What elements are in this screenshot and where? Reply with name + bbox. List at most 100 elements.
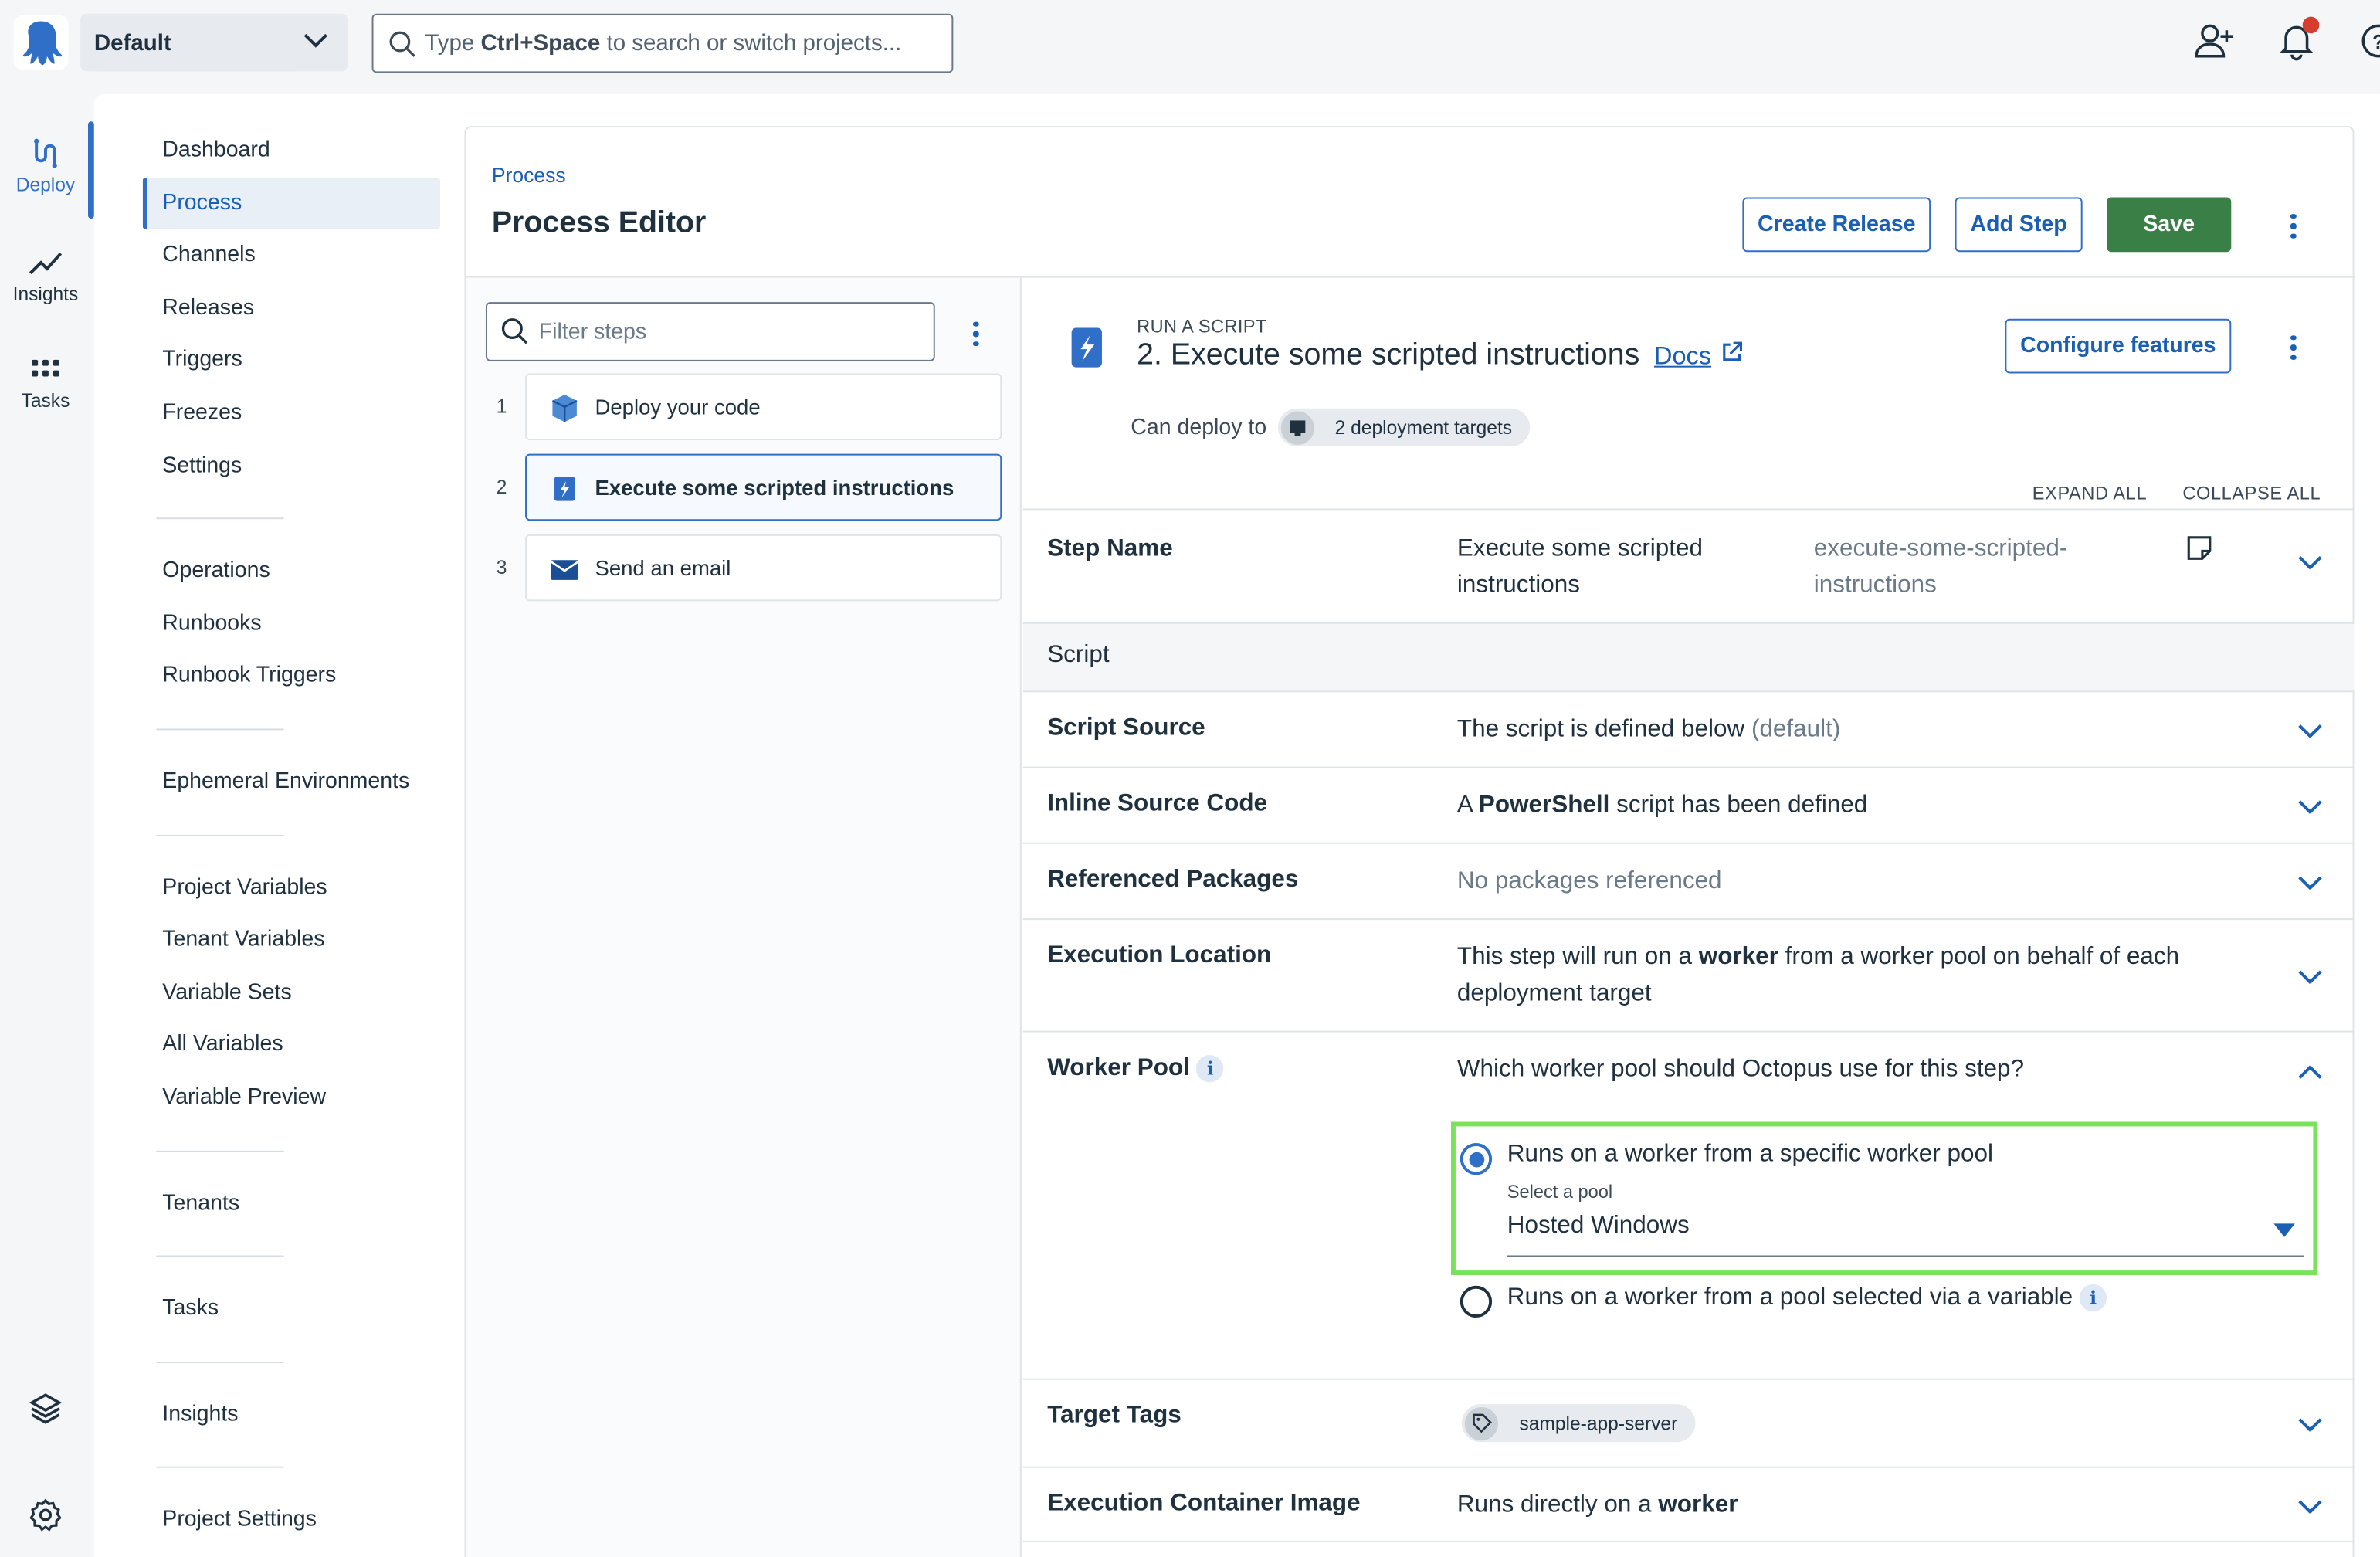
filter-placeholder: Filter steps xyxy=(538,319,647,344)
row-value: The script is defined below (default) xyxy=(1456,716,1841,743)
radio-specific-pool[interactable] xyxy=(1460,1143,1493,1175)
step-number: 1 xyxy=(496,395,507,418)
nav-dashboard[interactable]: Dashboard xyxy=(143,124,440,177)
page-overflow-menu-icon[interactable] xyxy=(2289,214,2298,239)
inline-source-code-row[interactable]: Inline Source Code A PowerShell script h… xyxy=(1022,766,2355,843)
step-title: 2. Execute some scripted instructions Do… xyxy=(1137,338,1744,373)
global-search-input[interactable]: Type Ctrl+Space to search or switch proj… xyxy=(371,13,954,73)
collapse-all-button[interactable]: COLLAPSE ALL xyxy=(2182,483,2321,504)
chevron-down-icon[interactable] xyxy=(2297,1498,2324,1517)
expand-all-button[interactable]: EXPAND ALL xyxy=(2032,483,2147,504)
save-button[interactable]: Save xyxy=(2107,197,2232,253)
octopus-logo[interactable] xyxy=(13,15,69,70)
add-user-icon[interactable] xyxy=(2195,22,2234,61)
chevron-down-icon[interactable] xyxy=(2297,874,2324,893)
execution-location-row[interactable]: Execution Location This step will run on… xyxy=(1022,918,2355,1030)
insights-icon xyxy=(29,252,63,275)
tag-icon xyxy=(1464,1406,1498,1440)
execution-container-row[interactable]: Execution Container Image Runs directly … xyxy=(1022,1466,2355,1542)
row-value: A PowerShell script has been defined xyxy=(1456,792,1868,819)
notification-badge xyxy=(2302,16,2320,34)
nav-releases[interactable]: Releases xyxy=(143,282,440,334)
chevron-down-icon[interactable] xyxy=(2297,1416,2324,1435)
target-tags-row[interactable]: Target Tags sample-app-server xyxy=(1022,1378,2355,1467)
steps-column: Filter steps 1 Deploy your code 2 Execut… xyxy=(466,277,1022,1557)
nav-variable-sets[interactable]: Variable Sets xyxy=(143,966,440,1019)
nav-project-variables[interactable]: Project Variables xyxy=(143,861,440,914)
rail-item-deploy[interactable]: Deploy xyxy=(0,137,91,196)
chevron-down-icon[interactable] xyxy=(2297,799,2324,817)
edit-note-icon[interactable] xyxy=(2185,534,2212,561)
step-overflow-menu-icon[interactable] xyxy=(2289,335,2298,361)
nav-insights[interactable]: Insights xyxy=(143,1389,440,1441)
configure-features-button[interactable]: Configure features xyxy=(2005,318,2232,374)
breadcrumb[interactable]: Process xyxy=(492,164,566,186)
add-step-button[interactable]: Add Step xyxy=(1955,197,2083,253)
step-execute-scripted-instructions[interactable]: Execute some scripted instructions xyxy=(525,453,1002,521)
create-release-button[interactable]: Create Release xyxy=(1742,197,1931,253)
worker-pool-question: Which worker pool should Octopus use for… xyxy=(1456,1056,2025,1083)
chevron-down-icon xyxy=(303,33,327,48)
row-label: Execution Container Image xyxy=(1047,1491,1361,1517)
nav-divider xyxy=(156,517,284,520)
filter-steps-input[interactable]: Filter steps xyxy=(485,302,935,361)
step-deploy-your-code[interactable]: Deploy your code xyxy=(525,373,1002,440)
help-icon[interactable]: ? xyxy=(2358,22,2380,61)
row-label: Target Tags xyxy=(1047,1403,1182,1429)
referenced-packages-row[interactable]: Referenced Packages No packages referenc… xyxy=(1022,842,2355,918)
nav-tenants[interactable]: Tenants xyxy=(143,1177,440,1230)
project-switcher[interactable]: Default xyxy=(80,13,348,72)
rail-item-configuration[interactable] xyxy=(0,1497,91,1538)
step-label: Deploy your code xyxy=(595,395,761,419)
docs-link[interactable]: Docs xyxy=(1654,343,1711,370)
radio-variable-pool[interactable] xyxy=(1460,1285,1493,1318)
nav-channels[interactable]: Channels xyxy=(143,229,440,282)
step-label: Execute some scripted instructions xyxy=(595,475,954,500)
nav-tasks[interactable]: Tasks xyxy=(143,1283,440,1335)
rail-item-insights[interactable]: Insights xyxy=(0,246,91,305)
rail-item-tasks[interactable]: Tasks xyxy=(0,355,91,412)
deployment-targets-chip[interactable]: 2 deployment targets xyxy=(1278,408,1531,446)
rail-label: Tasks xyxy=(21,390,70,412)
nav-freezes[interactable]: Freezes xyxy=(143,387,440,439)
notifications-bell-icon[interactable] xyxy=(2277,16,2320,61)
external-link-icon[interactable] xyxy=(1720,340,1744,364)
option-variable-pool-label[interactable]: Runs on a worker from a pool selected vi… xyxy=(1507,1284,2107,1312)
package-icon xyxy=(551,395,578,422)
row-label: Execution Location xyxy=(1047,942,1272,968)
row-value: This step will run on a worker from a wo… xyxy=(1456,944,2180,1007)
chevron-down-icon[interactable] xyxy=(2297,723,2324,741)
row-value: No packages referenced xyxy=(1456,868,1722,894)
option-specific-pool-label[interactable]: Runs on a worker from a specific worker … xyxy=(1507,1141,1993,1169)
nav-tenant-variables[interactable]: Tenant Variables xyxy=(143,914,440,966)
nav-runbook-triggers[interactable]: Runbook Triggers xyxy=(143,650,440,703)
nav-ephemeral-environments[interactable]: Ephemeral Environments xyxy=(143,756,440,809)
nav-variable-preview[interactable]: Variable Preview xyxy=(143,1071,440,1124)
row-label: Inline Source Code xyxy=(1047,791,1268,817)
svg-text:?: ? xyxy=(2372,32,2380,53)
row-label: Step Name xyxy=(1047,535,1173,562)
steps-overflow-menu-icon[interactable] xyxy=(971,321,981,347)
step-send-an-email[interactable]: Send an email xyxy=(525,534,1002,602)
nav-project-settings[interactable]: Project Settings xyxy=(143,1494,440,1547)
gear-icon xyxy=(29,1498,62,1532)
info-icon[interactable]: i xyxy=(1196,1055,1224,1083)
select-pool-label: Select a pool xyxy=(1507,1181,1613,1203)
step-name-row[interactable]: Step Name Execute some scripted instruct… xyxy=(1022,508,2355,622)
nav-process[interactable]: Process xyxy=(142,177,440,230)
script-source-row[interactable]: Script Source The script is defined belo… xyxy=(1022,690,2355,766)
nav-runbooks[interactable]: Runbooks xyxy=(143,598,440,650)
nav-all-variables[interactable]: All Variables xyxy=(143,1019,440,1071)
chevron-down-icon[interactable] xyxy=(2297,554,2324,572)
pool-select[interactable]: Hosted Windows xyxy=(1507,1207,2304,1257)
rail-item-library[interactable] xyxy=(0,1390,91,1431)
nav-settings[interactable]: Settings xyxy=(143,439,440,492)
nav-triggers[interactable]: Triggers xyxy=(143,334,440,387)
chevron-down-icon[interactable] xyxy=(2297,968,2324,987)
info-icon[interactable]: i xyxy=(2079,1284,2107,1312)
nav-divider xyxy=(156,728,284,731)
target-tag-chip[interactable]: sample-app-server xyxy=(1461,1404,1696,1443)
chevron-up-icon[interactable] xyxy=(2297,1063,2324,1081)
nav-operations[interactable]: Operations xyxy=(143,545,440,598)
dropdown-arrow-icon xyxy=(2273,1223,2295,1237)
